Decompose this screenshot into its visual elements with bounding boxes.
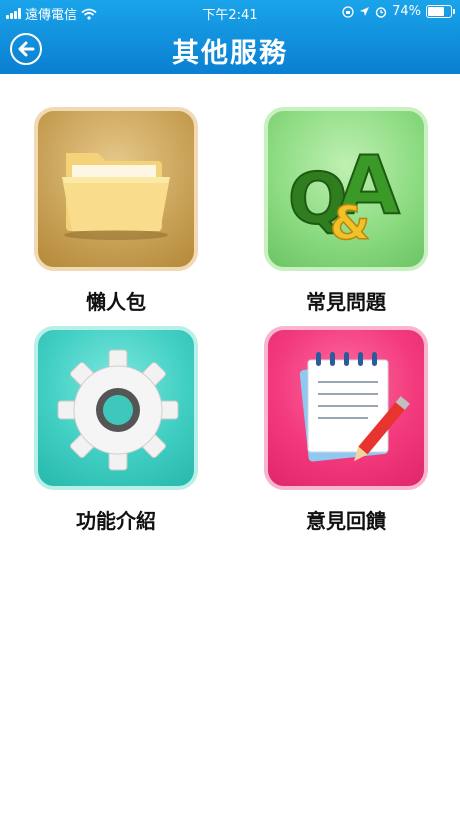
feedback-tile[interactable]	[264, 326, 428, 490]
faq-label: 常見問題	[306, 290, 386, 314]
feature-intro-tile[interactable]	[34, 326, 198, 490]
qa-ampersand: &	[330, 196, 370, 250]
lazy-pack-label: 懶人包	[86, 290, 146, 314]
feedback-label: 意見回饋	[306, 509, 386, 533]
battery-percent: 74%	[392, 4, 421, 19]
faq-tile[interactable]: Q A &	[264, 107, 428, 271]
rotation-lock-icon	[342, 5, 354, 18]
gear-icon	[57, 349, 179, 471]
battery-icon	[426, 5, 455, 18]
location-icon	[360, 7, 370, 16]
feature-intro-label: 功能介紹	[76, 509, 156, 533]
battery-fill	[428, 7, 444, 16]
qa-icon: Q A &	[287, 138, 401, 251]
status-bar: 遠傳電信 下午2:41 74%	[0, 0, 460, 24]
app-header: 遠傳電信 下午2:41 74% 其他服務	[0, 0, 460, 74]
page-title: 其他服務	[172, 38, 288, 69]
notepad-pencil-icon	[299, 352, 410, 462]
folder-icon	[62, 153, 170, 240]
alarm-icon	[375, 6, 387, 18]
lazy-pack-tile[interactable]	[34, 107, 198, 271]
status-right: 74%	[342, 4, 455, 19]
